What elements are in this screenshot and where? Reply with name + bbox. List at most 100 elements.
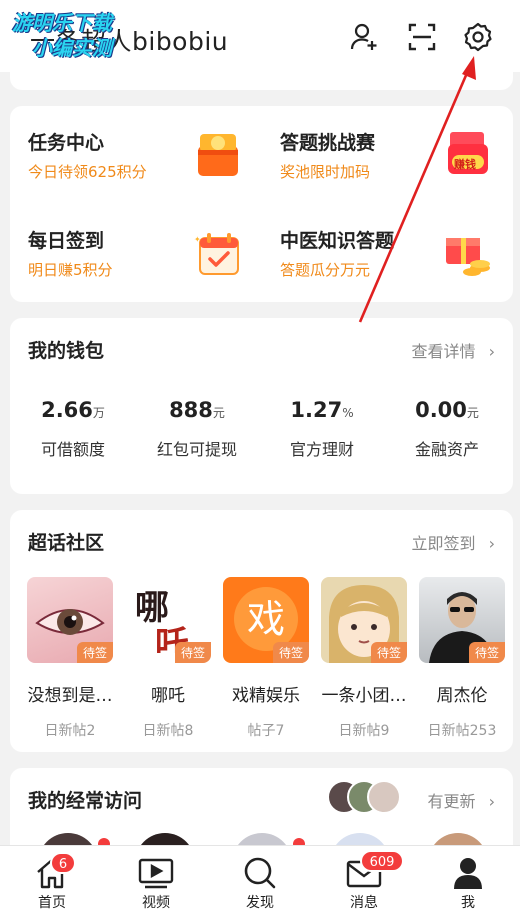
wallet-stat-assets[interactable]: 0.00元 金融资产	[387, 398, 507, 460]
task-subtitle: 答题瓜分万元	[280, 261, 371, 279]
topic-item[interactable]: 待签 一条小团… 日新帖9	[321, 577, 407, 740]
topic-image-drama: 戏 待签	[223, 577, 309, 663]
stat-value: 2.66	[41, 398, 93, 422]
checkin-now-link[interactable]: 立即签到 ›	[411, 530, 495, 554]
wallet-stat-finance[interactable]: 1.27% 官方理财	[262, 398, 382, 460]
wallet-details-link[interactable]: 查看详情 ›	[411, 338, 495, 362]
svg-text:哪: 哪	[135, 588, 169, 628]
stat-label: 可借额度	[40, 440, 105, 459]
stat-label: 官方理财	[289, 440, 354, 459]
topic-image-jay: 待签	[419, 577, 505, 663]
gift-coins-icon	[442, 228, 494, 280]
watermark-line2: 小编实测	[32, 36, 112, 60]
top-header: 一条超人bibobiu 游明乐下载 小编实测	[0, 0, 520, 72]
frequent-title: 我的经常访问	[28, 790, 143, 812]
topic-tag: 待签	[174, 642, 211, 663]
watermark-line1: 游明乐下载	[12, 11, 112, 35]
frequent-avatars	[327, 780, 401, 814]
quiz-challenge[interactable]: 答题挑战赛 奖池限时加码	[280, 128, 375, 182]
home-badge: 6	[50, 852, 76, 874]
nav-messages[interactable]: 609 消息	[312, 846, 416, 918]
topic-tag: 待签	[468, 642, 505, 663]
task-subtitle: 明日赚5积分	[28, 261, 113, 279]
topic-sub: 帖子7	[247, 723, 285, 739]
scan-icon[interactable]	[405, 20, 439, 54]
topic-name: 哪吒	[151, 686, 185, 706]
daily-checkin[interactable]: 每日签到 明日赚5积分	[28, 226, 113, 280]
nav-label: 我	[461, 895, 475, 911]
wallet-stat-redpacket[interactable]: 888元 红包可提现	[137, 398, 257, 460]
topic-item[interactable]: 戏 待签 戏精娱乐 帖子7	[223, 577, 309, 740]
wallet-title: 我的钱包	[28, 340, 105, 362]
settings-icon[interactable]	[461, 20, 495, 54]
red-envelope-text: 赚钱	[454, 158, 476, 171]
stat-unit: %	[342, 406, 354, 420]
nav-label: 发现	[246, 895, 274, 911]
wallet-stat-credit[interactable]: 2.66万 可借额度	[13, 398, 133, 460]
avatar	[367, 780, 401, 814]
nav-discover[interactable]: 发现	[208, 846, 312, 918]
super-topics-card: 超话社区 立即签到 › 待签 没想到是… 日新帖2 哪 吒 待签 哪吒 日新帖8	[10, 510, 513, 752]
video-icon	[138, 858, 174, 889]
topic-tag: 待签	[272, 642, 309, 663]
task-subtitle: 奖池限时加码	[280, 163, 371, 181]
wallet-card: 我的钱包 查看详情 › 2.66万 可借额度 888元 红包可提现 1.27% …	[10, 318, 513, 494]
task-title: 答题挑战赛	[280, 132, 376, 154]
topic-sub: 日新帖9	[338, 723, 390, 739]
topic-image-nezha: 哪 吒 待签	[125, 577, 211, 663]
nav-label: 消息	[350, 895, 378, 911]
stat-label: 金融资产	[414, 440, 479, 459]
chevron-right-icon: ›	[488, 342, 495, 361]
chevron-right-icon: ›	[488, 792, 495, 811]
stat-value: 0.00	[415, 398, 467, 422]
partial-card	[10, 72, 513, 90]
add-user-icon[interactable]	[348, 20, 382, 54]
profile-icon	[454, 858, 482, 889]
search-icon	[244, 857, 276, 889]
checkin-now-label: 立即签到	[411, 534, 476, 553]
topic-image-anime: 待签	[321, 577, 407, 663]
topic-name: 周杰伦	[436, 686, 488, 706]
bottom-nav: 6 首页 视频 发现 609 消息 我	[0, 845, 520, 918]
wallet-details-label: 查看详情	[411, 342, 476, 361]
topic-item[interactable]: 哪 吒 待签 哪吒 日新帖8	[125, 577, 211, 740]
stat-label: 红包可提现	[156, 440, 237, 459]
nav-label: 视频	[142, 895, 170, 911]
tcm-quiz[interactable]: 中医知识答题 答题瓜分万元	[280, 226, 394, 280]
messages-badge: 609	[360, 850, 404, 872]
frequent-updates-link[interactable]: 有更新 ›	[427, 788, 495, 812]
topic-item[interactable]: 待签 没想到是… 日新帖2	[27, 577, 113, 740]
topic-tag: 待签	[76, 642, 113, 663]
stat-unit: 元	[466, 406, 479, 420]
topic-image-eye: 待签	[27, 577, 113, 663]
nav-home[interactable]: 6 首页	[0, 846, 104, 918]
topic-sub: 日新帖253	[427, 723, 497, 739]
task-title: 每日签到	[28, 230, 105, 252]
topic-tag: 待签	[370, 642, 407, 663]
task-subtitle: 今日待领625积分	[28, 163, 147, 181]
nav-label: 首页	[38, 895, 66, 911]
nav-me[interactable]: 我	[416, 846, 520, 918]
nav-video[interactable]: 视频	[104, 846, 208, 918]
stat-unit: 万	[92, 406, 105, 420]
task-title: 中医知识答题	[280, 230, 395, 252]
topic-name: 没想到是…	[27, 686, 113, 706]
stat-value: 888	[169, 398, 213, 422]
calendar-check-icon: ✦	[192, 228, 244, 280]
tasks-card: 任务中心 今日待领625积分 答题挑战赛 奖池限时加码 赚钱 每日签到 明日赚5…	[10, 106, 513, 302]
red-envelope-icon: 赚钱	[442, 128, 494, 180]
svg-text:✦: ✦	[194, 235, 201, 244]
super-topics-title: 超话社区	[28, 532, 105, 554]
stat-unit: 元	[212, 406, 225, 420]
task-center[interactable]: 任务中心 今日待领625积分	[28, 128, 147, 182]
frequent-updates-label: 有更新	[427, 792, 476, 811]
topic-item[interactable]: 待签 周杰伦 日新帖253	[419, 577, 505, 740]
task-title: 任务中心	[28, 132, 105, 154]
chevron-right-icon: ›	[488, 534, 495, 553]
topic-name: 一条小团…	[321, 686, 407, 706]
topic-name: 戏精娱乐	[232, 686, 300, 706]
coin-box-icon	[192, 128, 244, 180]
stat-value: 1.27	[290, 398, 343, 422]
topic-sub: 日新帖2	[44, 723, 96, 739]
topic-sub: 日新帖8	[142, 723, 194, 739]
